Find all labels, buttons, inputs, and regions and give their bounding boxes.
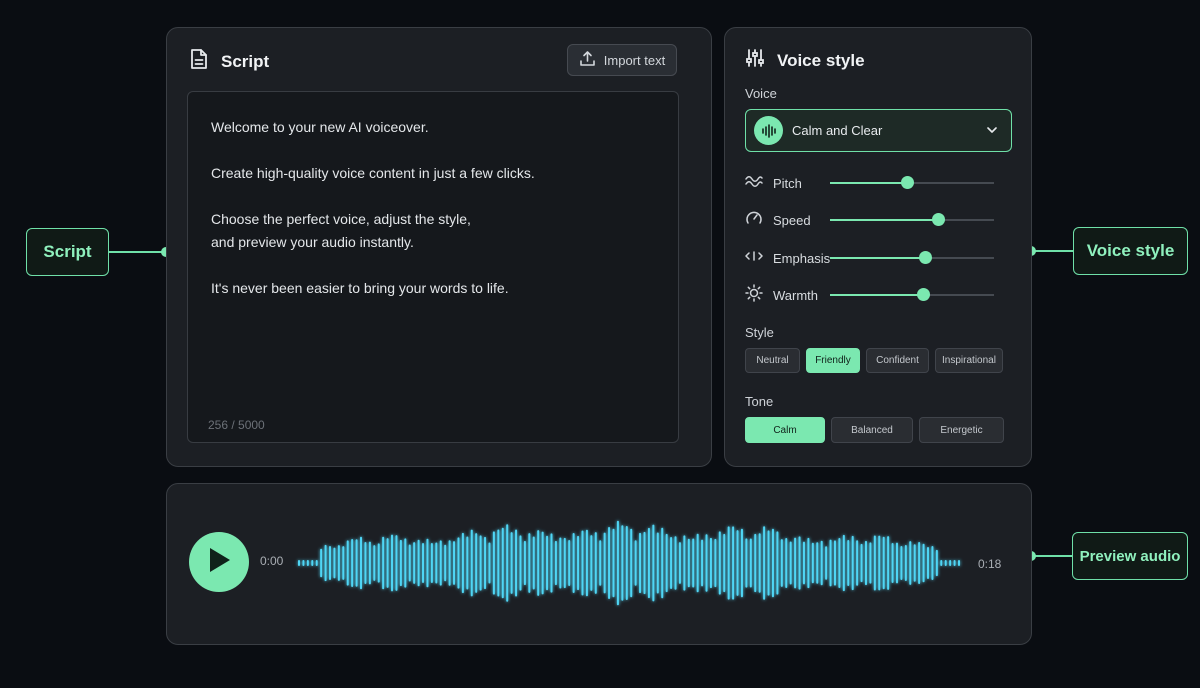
slider-thumb[interactable]	[917, 288, 931, 301]
import-text-button[interactable]: Import text	[567, 44, 677, 76]
voice-label: Voice	[745, 86, 777, 101]
style-chip-inspirational[interactable]: Inspirational	[935, 348, 1003, 373]
script-panel: Script Import text Welcome to your new A…	[166, 27, 712, 467]
script-header: Script	[189, 48, 269, 75]
script-content: Welcome to your new AI voiceover. Create…	[211, 116, 535, 323]
voice-style-panel: Voice style Voice Calm and Clear Pitch S…	[724, 27, 1032, 467]
slider-label: Emphasis	[773, 250, 831, 266]
callout-script: Script	[26, 228, 109, 276]
duration-time: 0:18	[978, 557, 1002, 571]
style-label: Style	[745, 325, 774, 340]
slider-thumb[interactable]	[932, 213, 946, 226]
script-paragraph: Welcome to your new AI voiceover.	[211, 119, 429, 135]
chevron-down-icon	[985, 123, 999, 142]
slider-fill	[830, 219, 939, 221]
callout-preview-audio: Preview audio	[1072, 532, 1188, 580]
slider-thumb[interactable]	[901, 176, 915, 189]
script-paragraph: Choose the perfect voice, adjust the sty…	[211, 211, 471, 250]
audio-preview-panel: 0:00 0:18	[166, 483, 1032, 645]
script-textarea[interactable]: Welcome to your new AI voiceover. Create…	[187, 91, 679, 443]
slider-label: Warmth	[773, 287, 819, 303]
import-text-label: Import text	[603, 52, 666, 68]
emphasis-icon	[745, 248, 763, 269]
tone-chip-energetic[interactable]: Energetic	[919, 417, 1004, 443]
upload-icon	[579, 50, 596, 70]
wave-icon	[745, 173, 763, 194]
style-options: Neutral Friendly Confident Inspirational	[745, 348, 1003, 373]
script-paragraph: It's never been easier to bring your wor…	[211, 280, 509, 296]
callout-script-connector	[109, 251, 164, 253]
tone-chip-balanced[interactable]: Balanced	[831, 417, 913, 443]
voice-select[interactable]: Calm and Clear	[745, 109, 1012, 152]
slider-fill	[830, 257, 926, 259]
play-icon	[206, 546, 232, 579]
slider-track[interactable]	[830, 176, 994, 189]
slider-pitch: Pitch	[745, 173, 995, 193]
tone-options: Calm Balanced Energetic	[745, 417, 1004, 443]
slider-label: Speed	[773, 212, 811, 228]
style-chip-friendly[interactable]: Friendly	[806, 348, 860, 373]
voice-style-header: Voice style	[745, 48, 865, 73]
tone-chip-calm[interactable]: Calm	[745, 417, 825, 443]
sun-icon	[745, 283, 763, 307]
slider-track[interactable]	[830, 213, 994, 226]
voice-waveform-icon	[754, 116, 783, 145]
document-icon	[189, 48, 209, 75]
callout-voice-style: Voice style	[1073, 227, 1188, 275]
slider-speed: Speed	[745, 210, 995, 230]
slider-fill	[830, 294, 924, 296]
tone-label: Tone	[745, 394, 774, 409]
slider-track[interactable]	[830, 288, 994, 301]
sliders-icon	[745, 48, 765, 73]
audio-waveform[interactable]	[293, 515, 965, 611]
character-count: 256 / 5000	[208, 418, 265, 432]
slider-track[interactable]	[830, 251, 994, 264]
slider-thumb[interactable]	[919, 251, 933, 264]
style-chip-confident[interactable]: Confident	[866, 348, 929, 373]
slider-warmth: Warmth	[745, 283, 995, 307]
play-button[interactable]	[189, 532, 249, 592]
script-paragraph: Create high-quality voice content in jus…	[211, 165, 535, 181]
style-chip-neutral[interactable]: Neutral	[745, 348, 800, 373]
gauge-icon	[745, 209, 763, 232]
slider-label: Pitch	[773, 175, 802, 191]
current-time: 0:00	[260, 554, 284, 568]
callout-preview-audio-connector	[1033, 555, 1072, 557]
script-title: Script	[221, 51, 270, 71]
voice-style-title: Voice style	[777, 50, 865, 70]
callout-voice-style-connector	[1033, 250, 1073, 252]
voice-select-value: Calm and Clear	[792, 123, 883, 138]
slider-emphasis: Emphasis	[745, 248, 995, 268]
slider-fill	[830, 182, 908, 184]
